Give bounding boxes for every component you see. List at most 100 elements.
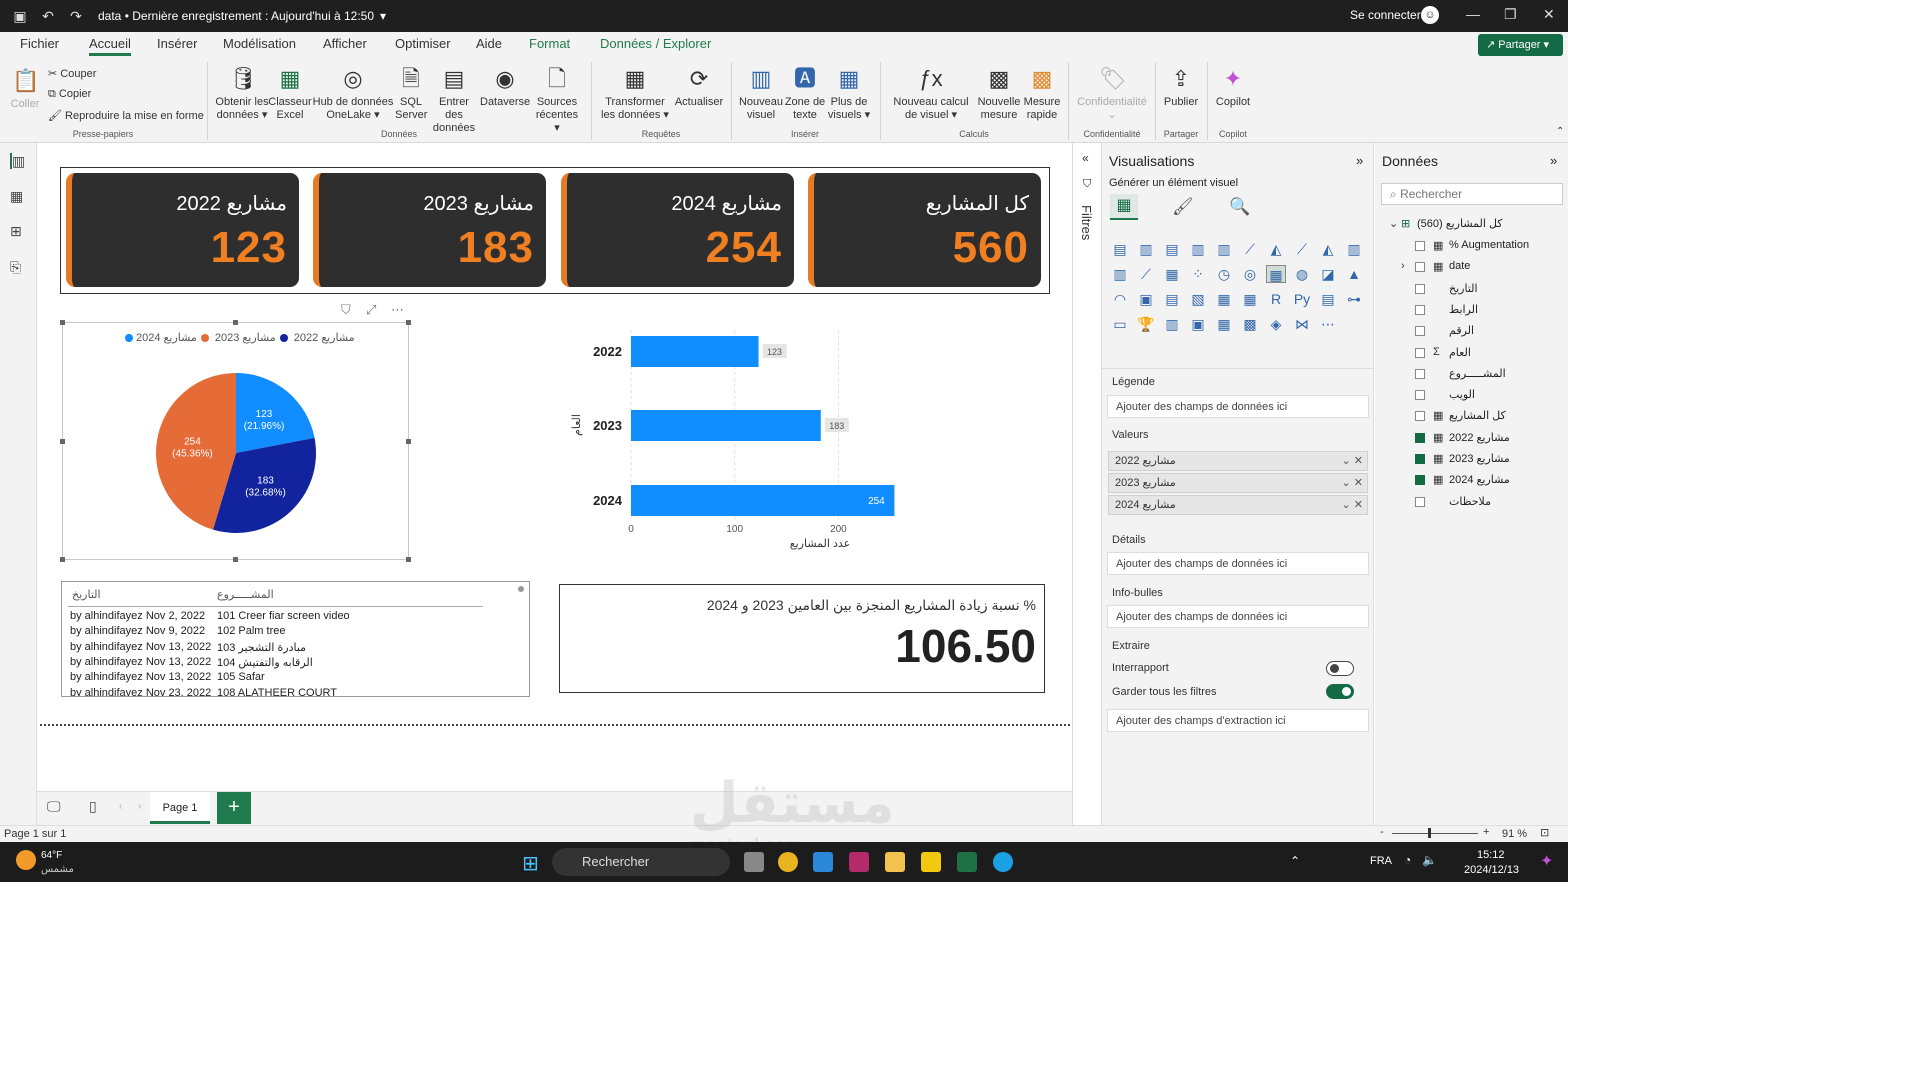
visual-type-icon[interactable]: ▥ xyxy=(1214,240,1234,258)
visual-type-icon[interactable]: ▣ xyxy=(1188,315,1208,333)
field-name[interactable]: % Augmentation xyxy=(1449,239,1529,251)
dax-query-view-icon[interactable]: ⎘ xyxy=(10,259,27,275)
bar[interactable] xyxy=(631,485,895,516)
app-icon[interactable] xyxy=(813,852,833,872)
visual-type-icon[interactable]: ◎ xyxy=(1240,265,1260,283)
new-visual-button[interactable]: ▥ Nouveau visuel xyxy=(738,64,784,122)
sensitivity-button[interactable]: 🏷 Confidentialité ⌄ xyxy=(1074,64,1150,122)
more-visuals-button[interactable]: ▦ Plus de visuels ▾ xyxy=(826,64,872,122)
zoom-in-icon[interactable]: + xyxy=(1483,826,1489,838)
table-row[interactable]: by alhindifayez Nov 23, 2022 108 ALATHEER… xyxy=(70,687,337,697)
visual-type-icon[interactable]: ▦ xyxy=(1214,315,1234,333)
collapse-pane-icon[interactable]: » xyxy=(1550,153,1557,168)
tray-chevron-icon[interactable]: ⌃ xyxy=(1290,854,1300,868)
field-checkbox[interactable] xyxy=(1415,411,1425,422)
visual-type-icon[interactable]: ▦ xyxy=(1214,290,1234,308)
next-page-icon[interactable]: › xyxy=(138,801,141,812)
field-checkbox[interactable] xyxy=(1415,283,1425,294)
more-options-icon[interactable]: ⋯ xyxy=(391,302,404,318)
resize-handle[interactable] xyxy=(233,320,238,325)
field-name[interactable]: الرابط xyxy=(1449,303,1478,316)
expand-field-icon[interactable]: › xyxy=(1401,260,1405,272)
wifi-icon[interactable]: ◔ xyxy=(1404,853,1411,867)
collapse-pane-icon[interactable]: » xyxy=(1356,153,1363,168)
tab-modelisation[interactable]: Modélisation xyxy=(223,36,296,51)
sql-server-button[interactable]: 🗎 SQL Server xyxy=(395,64,427,122)
resize-handle[interactable] xyxy=(60,439,65,444)
visual-type-icon[interactable]: ▭ xyxy=(1110,315,1130,333)
field-checkbox[interactable] xyxy=(1415,326,1425,337)
tab-aide[interactable]: Aide xyxy=(476,36,502,51)
field-checkbox[interactable] xyxy=(1415,475,1425,486)
fit-to-page-icon[interactable]: ⊡ xyxy=(1540,826,1549,839)
taskview-icon[interactable] xyxy=(744,852,764,872)
field-controls-icon[interactable]: ⌄ ✕ xyxy=(1342,474,1364,493)
close-icon[interactable]: ✕ xyxy=(1543,6,1555,23)
weather-icon[interactable] xyxy=(16,850,36,870)
data-search-input[interactable]: ⌕ Rechercher xyxy=(1381,183,1563,205)
kpi-card-total[interactable]: كل المشاريع 560 xyxy=(808,173,1041,287)
field-name[interactable]: مشاريع 2023 xyxy=(1449,452,1510,465)
resize-handle[interactable] xyxy=(406,557,411,562)
start-icon[interactable]: ⊞ xyxy=(522,851,539,876)
transform-data-button[interactable]: ▦ Transformer les données ▾ xyxy=(597,64,673,122)
format-painter-button[interactable]: 🖌 Reproduire la mise en forme xyxy=(48,109,204,122)
tooltips-drop-zone[interactable]: Ajouter des champs de données ici xyxy=(1107,605,1369,628)
dataverse-button[interactable]: ◉ Dataverse xyxy=(480,64,530,109)
copy-button[interactable]: ⧉ Copier xyxy=(48,88,91,101)
onelake-hub-button[interactable]: ◎ Hub de données OneLake ▾ xyxy=(312,64,394,122)
cut-button[interactable]: ✂ Couper xyxy=(48,67,96,80)
column-header-date[interactable]: التاريخ xyxy=(72,588,101,601)
enter-data-button[interactable]: ▤ Entrer des données xyxy=(429,64,479,135)
save-icon[interactable]: ▣ xyxy=(12,8,28,25)
minimize-icon[interactable]: — xyxy=(1466,6,1480,22)
table-name[interactable]: كل المشاريع (560) xyxy=(1417,217,1503,230)
undo-icon[interactable]: ↶ xyxy=(40,8,56,25)
filters-pane-collapsed[interactable]: « ⛉ Filtres xyxy=(1072,143,1102,825)
excel-workbook-button[interactable]: ▦ Classeur Excel xyxy=(268,64,312,122)
visual-type-icon[interactable]: ◪ xyxy=(1318,265,1338,283)
visual-type-icon[interactable]: 🏆 xyxy=(1136,315,1156,333)
visual-type-icon[interactable]: ▤ xyxy=(1110,240,1130,258)
sign-in-link[interactable]: Se connecter xyxy=(1350,8,1421,22)
table-row[interactable]: by alhindifayez Nov 13, 2022 104 الرقابه … xyxy=(70,656,313,669)
visual-type-icon[interactable]: ▤ xyxy=(1162,290,1182,308)
clock-date[interactable]: 2024/12/13 xyxy=(1464,864,1519,876)
field-name[interactable]: ملاحظات xyxy=(1449,495,1491,508)
tab-accueil[interactable]: Accueil xyxy=(89,36,131,56)
quick-measure-button[interactable]: ▩ Mesure rapide xyxy=(1022,64,1062,122)
visual-type-icon[interactable]: ▥ xyxy=(1188,240,1208,258)
visual-type-icon[interactable]: ⟋ xyxy=(1136,265,1156,283)
table-row[interactable]: by alhindifayez Nov 13, 2022 105 Safar xyxy=(70,671,265,683)
field-name[interactable]: الرقم xyxy=(1449,324,1474,337)
field-controls-icon[interactable]: ⌄ ✕ xyxy=(1342,496,1364,515)
field-checkbox[interactable] xyxy=(1415,496,1425,507)
mobile-layout-icon[interactable]: ▯ xyxy=(89,798,97,815)
title-dropdown-icon[interactable]: ▾ xyxy=(380,9,386,23)
visual-type-icon[interactable]: ◍ xyxy=(1292,265,1312,283)
field-name[interactable]: مشاريع 2022 xyxy=(1449,431,1510,444)
table-view-icon[interactable]: ▦ xyxy=(10,188,27,204)
column-header-project[interactable]: المشـــــروع xyxy=(217,588,274,601)
resize-handle[interactable] xyxy=(233,557,238,562)
tab-optimiser[interactable]: Optimiser xyxy=(395,36,451,51)
field-name[interactable]: مشاريع 2024 xyxy=(1449,473,1510,486)
field-name[interactable]: الويب xyxy=(1449,388,1475,401)
resize-handle[interactable] xyxy=(406,320,411,325)
value-field-pill[interactable]: مشاريع 2022 ⌄ ✕ xyxy=(1108,451,1368,471)
get-data-button[interactable]: 🛢 Obtenir les données ▾ xyxy=(214,64,270,122)
visual-type-icon[interactable]: ◭ xyxy=(1266,240,1286,258)
zoom-out-icon[interactable]: - xyxy=(1380,826,1384,838)
visual-type-icon[interactable]: ◈ xyxy=(1266,315,1286,333)
input-language[interactable]: FRA xyxy=(1370,855,1392,867)
tab-fichier[interactable]: Fichier xyxy=(20,36,59,51)
publish-button[interactable]: ⇪ Publier xyxy=(1160,64,1202,109)
desktop-layout-icon[interactable]: 🖵 xyxy=(47,798,61,815)
bar[interactable] xyxy=(631,410,821,441)
redo-icon[interactable]: ↷ xyxy=(68,8,84,25)
copilot-icon[interactable]: ✦ xyxy=(1540,851,1553,871)
visual-type-icon[interactable]: ▦ xyxy=(1162,265,1182,283)
visual-type-icon[interactable]: ▤ xyxy=(1318,290,1338,308)
bar-chart-visual[interactable]: 0 100 200 2022 123 2023 183 2024 254 عدد المشاريع… xyxy=(560,320,1050,560)
zoom-slider[interactable] xyxy=(1392,833,1478,834)
